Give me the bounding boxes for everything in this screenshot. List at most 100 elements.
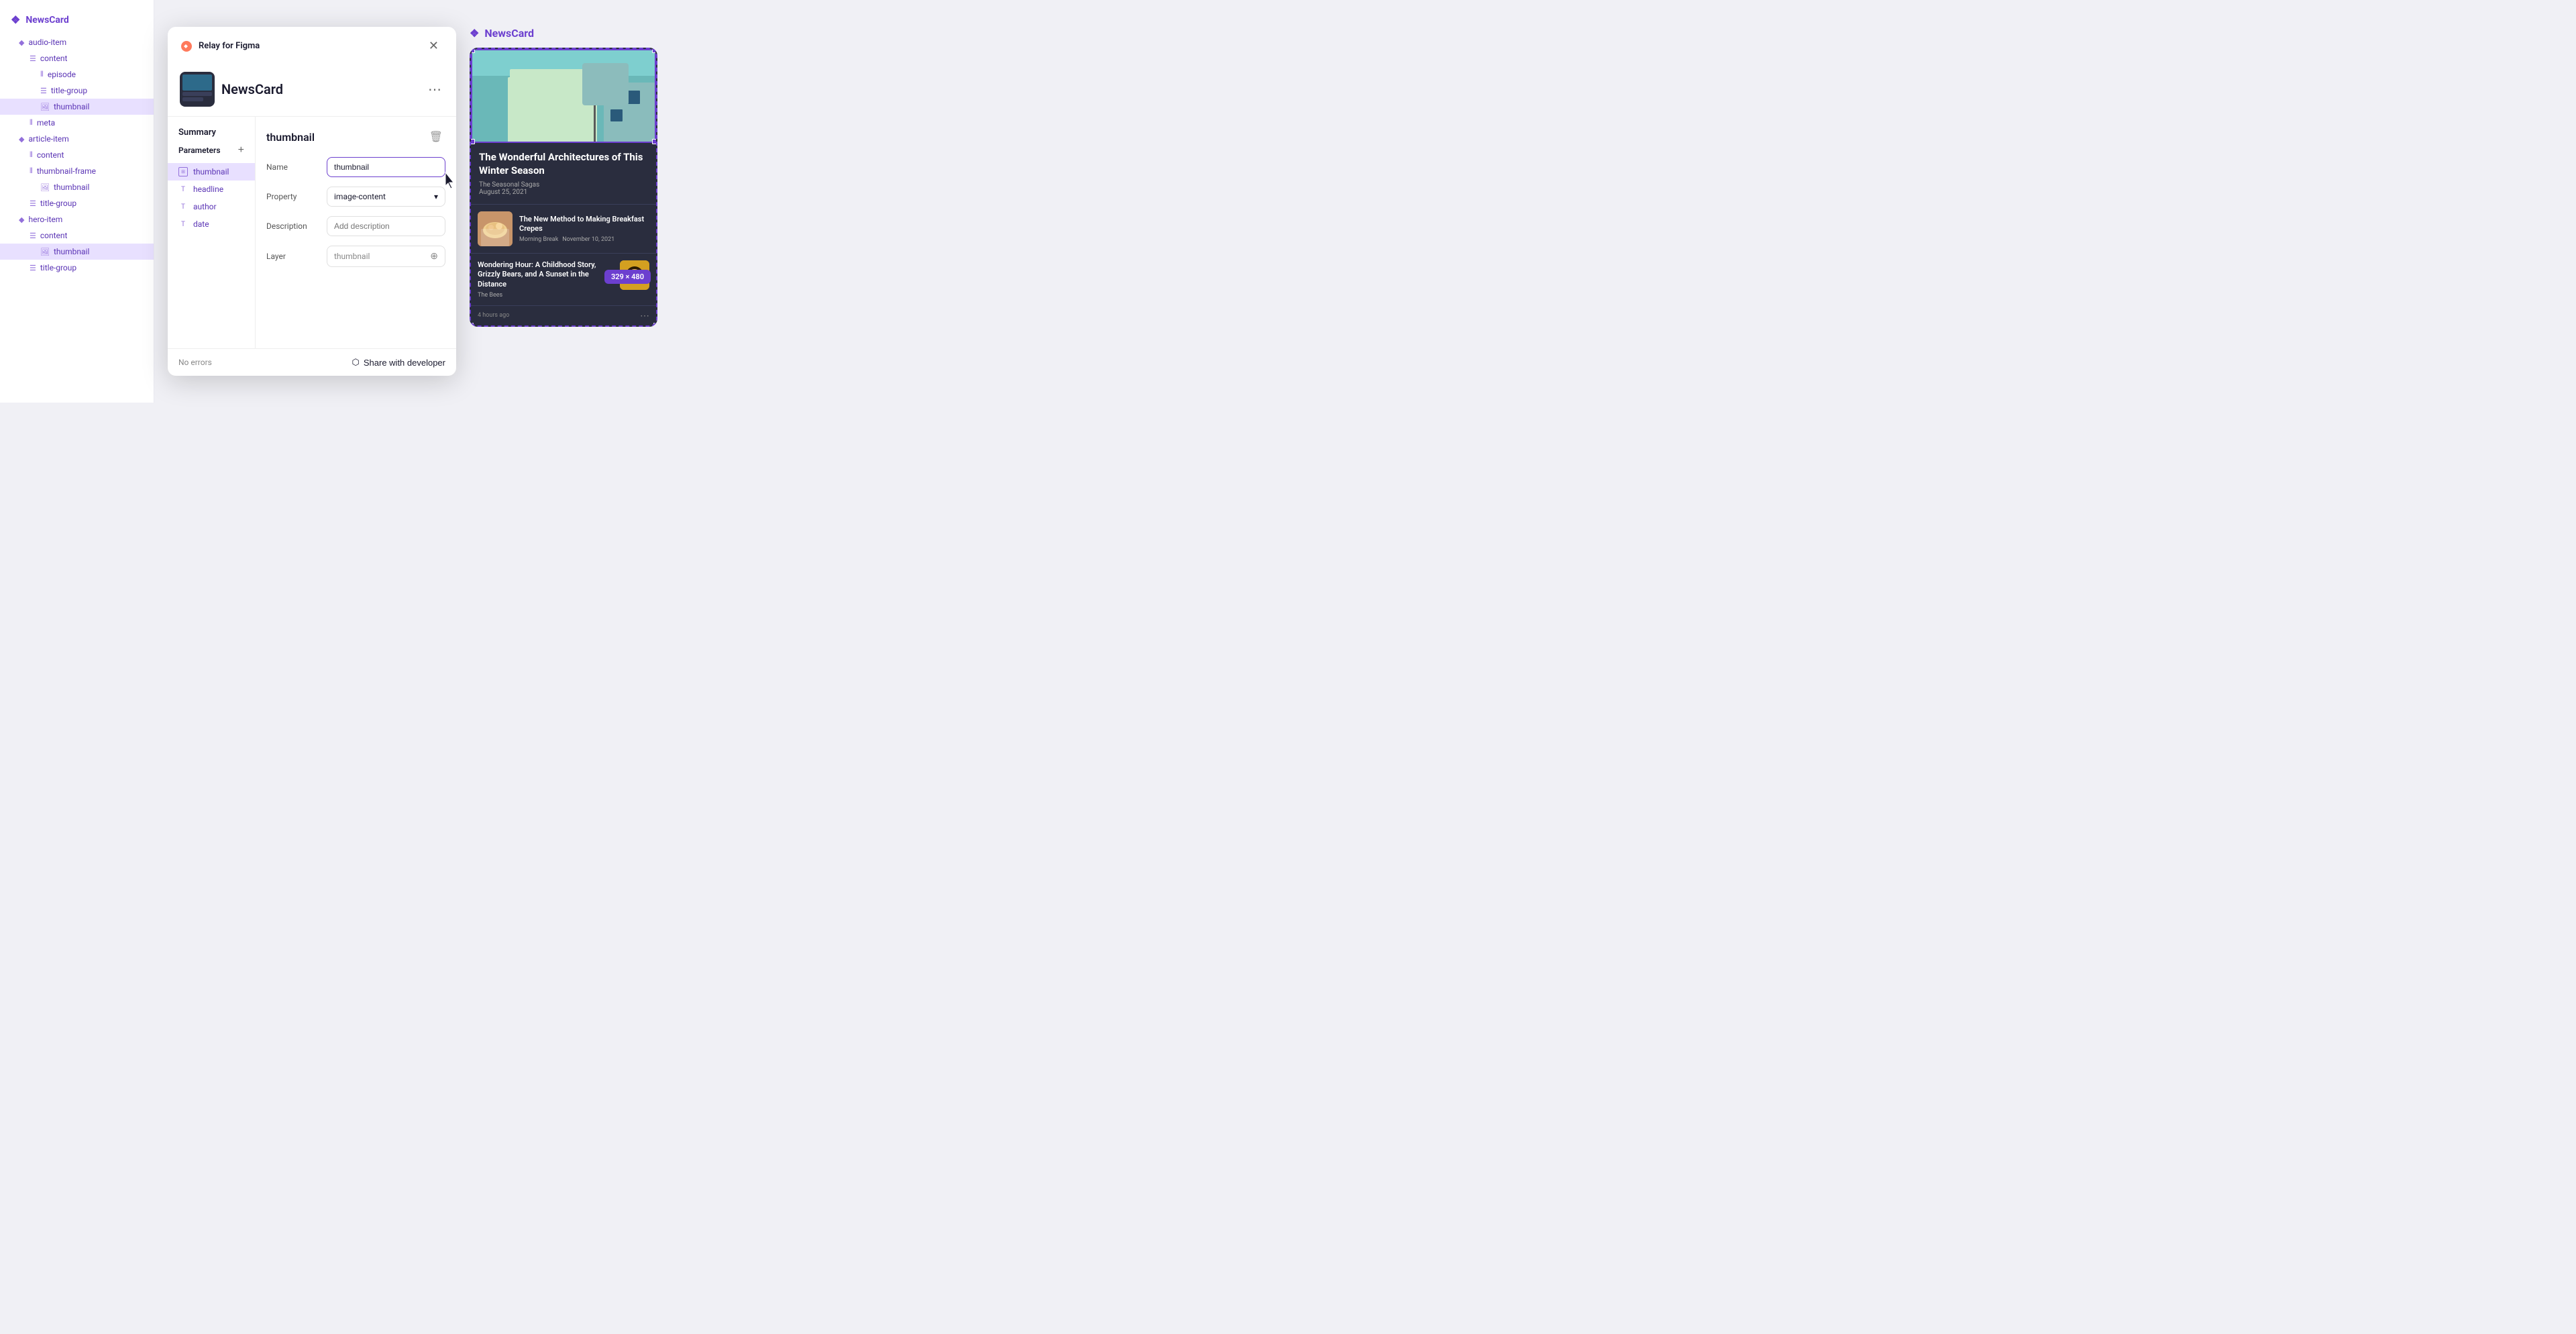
component-thumbnail	[180, 72, 215, 107]
lines-icon: ☰	[30, 54, 36, 63]
param-date[interactable]: T date	[168, 215, 255, 233]
card-hero-source: The Seasonal Sagas	[479, 181, 648, 189]
preview-diamond-icon: ❖	[470, 27, 479, 40]
sidebar-item-content-3[interactable]: ☰ content	[0, 227, 154, 244]
property-field-row: Property image-content ▾	[266, 187, 445, 207]
card-text-title: Wondering Hour: A Childhood Story, Grizz…	[478, 260, 613, 289]
bars-icon-4: ⦀	[30, 166, 33, 176]
no-errors-label: No errors	[178, 358, 212, 367]
hero-image-svg	[471, 49, 656, 143]
modal-left-panel: Summary Parameters + ⊞ thumbnail T headl…	[168, 117, 256, 348]
component-row: NewsCard ⋯	[168, 65, 456, 116]
card-more-button[interactable]: ⋯	[640, 310, 649, 321]
breakfast-image-svg	[478, 211, 513, 246]
property-select[interactable]: image-content ▾	[327, 187, 445, 207]
modal-footer: No errors ⬡ Share with developer	[168, 348, 456, 376]
name-input[interactable]	[327, 157, 445, 177]
param-text-icon-1: T	[178, 186, 188, 193]
sidebar-item-title-group[interactable]: ☰ title-group	[0, 83, 154, 99]
modal-right-panel: thumbnail 🗑 Name Property image-content …	[256, 117, 456, 348]
param-thumbnail[interactable]: ⊞ thumbnail	[168, 163, 255, 181]
sidebar-item-article-item[interactable]: ◆ article-item	[0, 131, 154, 147]
lines-icon-2: ☰	[40, 87, 47, 95]
sidebar-item-hero-item[interactable]: ◆ hero-item	[0, 211, 154, 227]
card-h-content: The New Method to Making Breakfast Crepe…	[519, 215, 649, 244]
diamond-small-icon: ◆	[19, 38, 24, 47]
image-icon-2: 🖼	[40, 183, 50, 192]
param-text-icon-2: T	[178, 203, 188, 211]
main-area: Relay for Figma ✕ NewsCard ⋯	[154, 0, 687, 403]
diamond-icon: ❖	[11, 13, 20, 26]
sidebar-item-thumbnail-active[interactable]: 🖼 thumbnail	[0, 99, 154, 115]
add-parameter-button[interactable]: +	[238, 144, 244, 156]
sidebar-title: ❖ NewsCard	[0, 11, 154, 34]
description-field-row: Description	[266, 216, 445, 236]
modal-more-button[interactable]: ⋯	[425, 79, 444, 101]
card-footer: 4 hours ago ⋯	[471, 305, 656, 325]
card-hero-image	[471, 49, 656, 143]
layer-display: thumbnail ⊕	[327, 246, 445, 267]
name-label: Name	[266, 162, 320, 172]
card-time-ago: 4 hours ago	[478, 312, 509, 319]
param-author[interactable]: T author	[168, 198, 255, 215]
sidebar-item-title-group-2[interactable]: ☰ title-group	[0, 195, 154, 211]
news-card-preview: The Wonderful Architectures of This Wint…	[470, 48, 657, 327]
preview-title: ❖ NewsCard	[470, 27, 674, 40]
dimensions-badge: 329 × 480	[604, 270, 651, 284]
sidebar-item-episode[interactable]: ⦀ episode	[0, 66, 154, 83]
image-icon-3: 🖼	[40, 248, 50, 256]
modal-body: Summary Parameters + ⊞ thumbnail T headl…	[168, 116, 456, 348]
sidebar-item-title-group-3[interactable]: ☰ title-group	[0, 260, 154, 276]
modal-header: Relay for Figma ✕	[168, 27, 456, 65]
layer-field-row: Layer thumbnail ⊕	[266, 246, 445, 267]
relay-logo-icon	[180, 40, 193, 53]
bars-icon-2: ⦀	[30, 118, 33, 127]
sidebar-item-meta[interactable]: ⦀ meta	[0, 115, 154, 131]
card-h-title: The New Method to Making Breakfast Crepe…	[519, 215, 649, 234]
layer-label: Layer	[266, 252, 320, 261]
name-field-row: Name	[266, 157, 445, 177]
card-hero[interactable]: The Wonderful Architectures of This Wint…	[471, 49, 656, 204]
param-text-icon-3: T	[178, 221, 188, 228]
description-input[interactable]	[327, 216, 445, 236]
card-h-date: November 10, 2021	[562, 236, 614, 243]
card-text[interactable]: Wondering Hour: A Childhood Story, Grizz…	[471, 253, 656, 305]
param-headline[interactable]: T headline	[168, 181, 255, 198]
image-icon: 🖼	[40, 103, 50, 111]
card-hero-date: August 25, 2021	[479, 189, 648, 196]
preview-panel: ❖ NewsCard	[470, 27, 674, 376]
sidebar-item-thumbnail-frame[interactable]: ⦀ thumbnail-frame	[0, 163, 154, 179]
card-horizontal[interactable]: The New Method to Making Breakfast Crepe…	[471, 204, 656, 253]
sidebar-item-thumbnail-2[interactable]: 🖼 thumbnail	[0, 179, 154, 195]
card-hero-content: The Wonderful Architectures of This Wint…	[471, 143, 656, 204]
param-image-icon: ⊞	[178, 167, 188, 176]
selection-handle-br	[653, 323, 657, 327]
sidebar-item-audio-item[interactable]: ◆ audio-item	[0, 34, 154, 50]
relay-modal: Relay for Figma ✕ NewsCard ⋯	[168, 27, 456, 376]
summary-title: Summary	[168, 127, 255, 144]
description-label: Description	[266, 221, 320, 231]
detail-title: thumbnail	[266, 131, 315, 144]
parameters-title: Parameters	[178, 146, 221, 155]
bars-icon: ⦀	[40, 70, 44, 79]
share-with-developer-button[interactable]: ⬡ Share with developer	[352, 357, 446, 368]
card-text-content: Wondering Hour: A Childhood Story, Grizz…	[478, 260, 613, 299]
property-label: Property	[266, 192, 320, 201]
component-header-left: NewsCard	[180, 72, 283, 107]
delete-button[interactable]: 🗑	[427, 127, 445, 146]
card-h-source: Morning Break	[519, 236, 558, 243]
sidebar-item-content[interactable]: ☰ content	[0, 50, 154, 66]
card-h-image	[478, 211, 513, 246]
crosshair-icon[interactable]: ⊕	[430, 251, 438, 262]
modal-close-button[interactable]: ✕	[423, 36, 444, 56]
sidebar-item-content-2[interactable]: ⦀ content	[0, 147, 154, 163]
bars-icon-3: ⦀	[30, 150, 33, 160]
sidebar: ❖ NewsCard ◆ audio-item ☰ content ⦀ epis…	[0, 0, 154, 403]
chevron-down-icon: ▾	[434, 192, 438, 201]
modal-right-header: thumbnail 🗑	[266, 127, 445, 146]
card-h-meta: Morning Break November 10, 2021	[519, 236, 649, 243]
sidebar-item-thumbnail-3[interactable]: 🖼 thumbnail	[0, 244, 154, 260]
lines-icon-4: ☰	[30, 232, 36, 240]
card-hero-title: The Wonderful Architectures of This Wint…	[479, 151, 648, 177]
parameters-header: Parameters +	[168, 144, 255, 163]
